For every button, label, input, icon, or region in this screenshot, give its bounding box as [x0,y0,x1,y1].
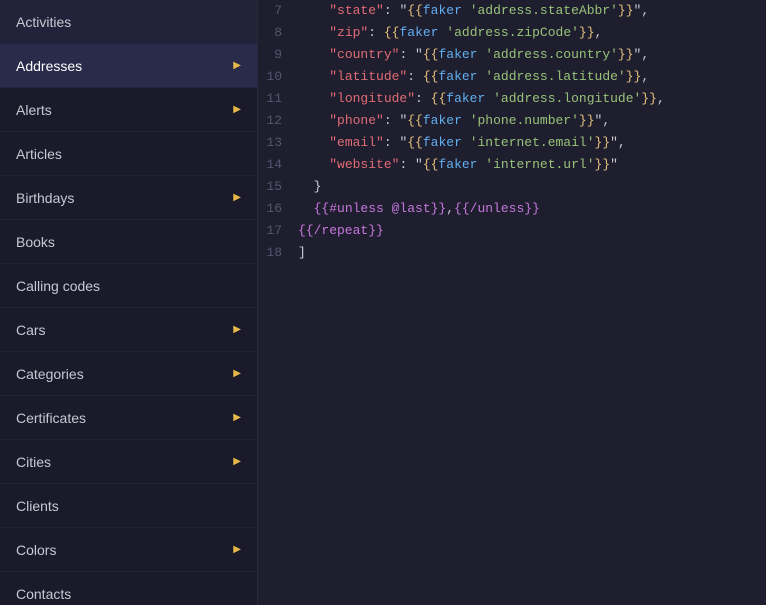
sidebar-item-label: Alerts [16,102,52,118]
sidebar: Activities Addresses ▶ Alerts ▶ Articles Birth… [0,0,258,605]
sidebar-item-label: Activities [16,14,71,30]
line-content: "latitude": {{faker 'address.latitude'}}… [298,66,665,88]
sidebar-item-label: Clients [16,498,59,514]
sidebar-item-label: Colors [16,542,56,558]
line-content: "country": "{{faker 'address.country'}}"… [298,44,665,66]
line-number: 10 [258,66,298,88]
sidebar-item-colors[interactable]: Colors ▶ [0,528,257,572]
sidebar-item-label: Certificates [16,410,86,426]
code-line: 11 "longitude": {{faker 'address.longitu… [258,88,766,110]
sidebar-item-label: Contacts [16,586,71,602]
sidebar-item-books[interactable]: Books [0,220,257,264]
sidebar-item-label: Calling codes [16,278,100,294]
code-line: 7 "state": "{{faker 'address.stateAbbr'}… [258,0,766,22]
line-content: "email": "{{faker 'internet.email'}}", [298,132,642,154]
sidebar-item-articles[interactable]: Articles [0,132,257,176]
code-line: 12 "phone": "{{faker 'phone.number'}}", [258,110,766,132]
sidebar-item-label: Categories [16,366,84,382]
code-line: 14 "website": "{{faker 'internet.url'}}" [258,154,766,176]
sidebar-item-label: Cars [16,322,46,338]
line-number: 8 [258,22,298,44]
chevron-right-icon: ▶ [233,104,241,115]
chevron-right-icon: ▶ [233,192,241,203]
line-content: "state": "{{faker 'address.stateAbbr'}}"… [298,0,665,22]
line-content: {{/repeat}} [298,220,400,242]
sidebar-item-label: Addresses [16,58,82,74]
sidebar-item-calling-codes[interactable]: Calling codes [0,264,257,308]
sidebar-item-clients[interactable]: Clients [0,484,257,528]
chevron-right-icon: ▶ [233,456,241,467]
code-line: 17{{/repeat}} [258,220,766,242]
sidebar-item-birthdays[interactable]: Birthdays ▶ [0,176,257,220]
line-number: 7 [258,0,298,22]
code-line: 16 {{#unless @last}},{{/unless}} [258,198,766,220]
line-content: "zip": {{faker 'address.zipCode'}}, [298,22,618,44]
sidebar-item-label: Books [16,234,55,250]
line-number: 13 [258,132,298,154]
sidebar-item-activities[interactable]: Activities [0,0,257,44]
code-editor: 7 "state": "{{faker 'address.stateAbbr'}… [258,0,766,605]
chevron-right-icon: ▶ [233,544,241,555]
sidebar-item-categories[interactable]: Categories ▶ [0,352,257,396]
line-content: "longitude": {{faker 'address.longitude'… [298,88,681,110]
line-number: 17 [258,220,298,242]
sidebar-item-label: Articles [16,146,62,162]
line-number: 14 [258,154,298,176]
chevron-right-icon: ▶ [233,368,241,379]
chevron-right-icon: ▶ [233,412,241,423]
sidebar-item-cities[interactable]: Cities ▶ [0,440,257,484]
sidebar-item-addresses[interactable]: Addresses ▶ [0,44,257,88]
line-content: "website": "{{faker 'internet.url'}}" [298,154,634,176]
line-content: } [298,176,337,198]
code-line: 9 "country": "{{faker 'address.country'}… [258,44,766,66]
line-content: "phone": "{{faker 'phone.number'}}", [298,110,626,132]
line-content: {{#unless @last}},{{/unless}} [298,198,556,220]
sidebar-item-label: Birthdays [16,190,74,206]
sidebar-item-cars[interactable]: Cars ▶ [0,308,257,352]
line-number: 12 [258,110,298,132]
code-line: 15 } [258,176,766,198]
line-number: 9 [258,44,298,66]
line-number: 15 [258,176,298,198]
code-line: 13 "email": "{{faker 'internet.email'}}"… [258,132,766,154]
code-line: 10 "latitude": {{faker 'address.latitude… [258,66,766,88]
line-number: 11 [258,88,298,110]
chevron-right-icon: ▶ [233,324,241,335]
line-number: 16 [258,198,298,220]
code-line: 8 "zip": {{faker 'address.zipCode'}}, [258,22,766,44]
code-line: 18] [258,242,766,264]
sidebar-item-label: Cities [16,454,51,470]
chevron-right-icon: ▶ [233,60,241,71]
sidebar-item-certificates[interactable]: Certificates ▶ [0,396,257,440]
line-number: 18 [258,242,298,264]
sidebar-item-alerts[interactable]: Alerts ▶ [0,88,257,132]
line-content: ] [298,242,322,264]
sidebar-item-contacts[interactable]: Contacts [0,572,257,605]
